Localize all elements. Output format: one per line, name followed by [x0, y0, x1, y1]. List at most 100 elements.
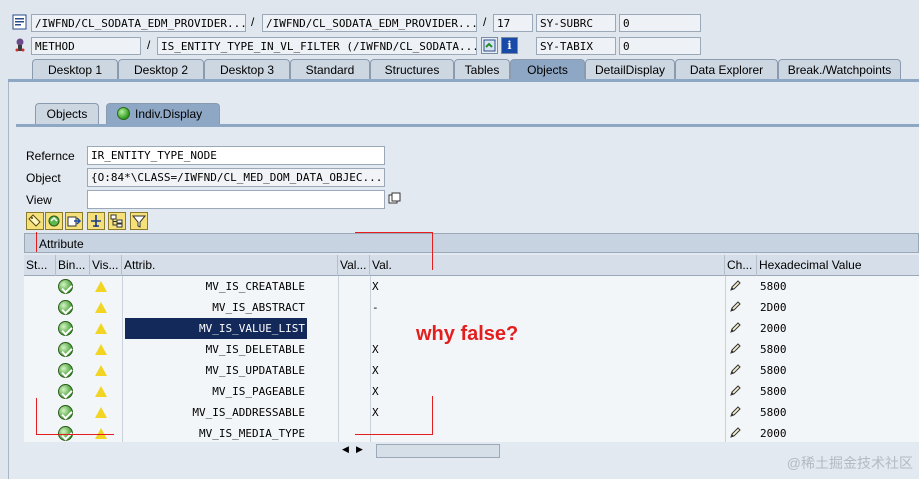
value-cell[interactable]: X	[372, 276, 392, 297]
warning-triangle-icon	[95, 302, 107, 313]
tab-tables[interactable]: Tables	[454, 59, 510, 79]
tab-break-watchpoints[interactable]: Break./Watchpoints	[778, 59, 901, 79]
separator: /	[251, 15, 255, 29]
airplane-icon[interactable]	[87, 212, 105, 230]
info-icon[interactable]: i	[501, 37, 518, 54]
line-number-field[interactable]: 17	[493, 14, 533, 32]
scroll-right-icon[interactable]: ▶	[356, 444, 363, 455]
tab-desktop-2[interactable]: Desktop 2	[118, 59, 204, 79]
sysvar-value-field[interactable]: 0	[619, 14, 701, 32]
table-row[interactable]: MV_IS_CREATABLE X 5800	[24, 276, 919, 297]
col-val-type[interactable]: Val...	[338, 255, 370, 276]
filter-icon[interactable]	[130, 212, 148, 230]
tab-standard[interactable]: Standard	[290, 59, 370, 79]
navigate-icon[interactable]	[481, 37, 498, 54]
separator: /	[483, 15, 487, 29]
reference-input[interactable]: IR_ENTITY_TYPE_NODE	[87, 146, 385, 165]
attribute-name-cell[interactable]: MV_IS_ADDRESSABLE	[125, 402, 307, 423]
col-binding[interactable]: Bin...	[56, 255, 90, 276]
pencil-icon[interactable]	[729, 405, 742, 421]
annotation-line	[432, 232, 433, 270]
include-field[interactable]: /IWFND/CL_SODATA_EDM_PROVIDER...	[262, 14, 477, 32]
warning-triangle-icon	[95, 344, 107, 355]
table-row[interactable]: MV_IS_UPDATABLE X 5800	[24, 360, 919, 381]
table-row[interactable]: MV_IS_ABSTRACT - 2D00	[24, 297, 919, 318]
view-input[interactable]	[87, 190, 385, 209]
col-attribute[interactable]: Attrib.	[122, 255, 338, 276]
attribute-table-body: MV_IS_CREATABLE X 5800 MV_IS_ABSTRACT -2D00 M…	[24, 276, 919, 442]
col-visibility[interactable]: Vis...	[90, 255, 122, 276]
debugger-tabs: Desktop 1 Desktop 2 Desktop 3 Standard S…	[8, 59, 919, 79]
pencil-icon[interactable]	[729, 426, 742, 442]
col-hex-value[interactable]: Hexadecimal Value	[757, 255, 919, 276]
hex-value-cell: 5800	[760, 406, 787, 419]
sysvar-name-field[interactable]: SY-SUBRC	[536, 14, 616, 32]
header-row-program: /IWFND/CL_SODATA_EDM_PROVIDER... / /IWFN…	[0, 12, 919, 33]
scroll-thumb[interactable]	[376, 444, 500, 458]
event-field[interactable]: IS_ENTITY_TYPE_IN_VL_FILTER (/IWFND/CL_S…	[157, 37, 477, 55]
annotation-line	[432, 396, 433, 434]
table-row[interactable]: MV_IS_PAGEABLE X 5800	[24, 381, 919, 402]
tab-desktop-1[interactable]: Desktop 1	[32, 59, 118, 79]
tab-objects[interactable]: Objects	[510, 59, 585, 79]
tab-inner-indiv-display[interactable]: Indiv.Display	[106, 103, 220, 124]
value-cell[interactable]: X	[372, 360, 392, 381]
pencil-icon[interactable]	[729, 321, 742, 337]
binding-check-icon	[58, 384, 73, 399]
warning-triangle-icon	[95, 386, 107, 397]
pencil-icon[interactable]	[729, 279, 742, 295]
table-row[interactable]: MV_IS_ADDRESSABLE X 5800	[24, 402, 919, 423]
pencil-icon[interactable]	[729, 300, 742, 316]
attribute-name-cell[interactable]: MV_IS_UPDATABLE	[125, 360, 307, 381]
hex-value-cell: 5800	[760, 364, 787, 377]
value-cell[interactable]: X	[372, 402, 392, 423]
col-divider	[370, 276, 371, 442]
annotation-line	[36, 434, 114, 435]
attribute-name-cell[interactable]: MV_IS_DELETABLE	[125, 339, 307, 360]
annotation-line	[355, 434, 433, 435]
reference-label: Refernce	[26, 149, 75, 163]
pencil-icon[interactable]	[729, 384, 742, 400]
object-input[interactable]: {O:84*\CLASS=/IWFND/CL_MED_DOM_DATA_OBJE…	[87, 168, 385, 187]
annotation-text: why false?	[416, 323, 519, 345]
attribute-name-cell[interactable]: MV_IS_PAGEABLE	[125, 381, 307, 402]
pencil-icon[interactable]	[729, 363, 742, 379]
sysvar-value-field-2[interactable]: 0	[619, 37, 701, 55]
tab-detaildisplay[interactable]: DetailDisplay	[585, 59, 675, 79]
export-icon[interactable]	[65, 212, 83, 230]
binding-check-icon	[58, 321, 73, 336]
attribute-name-cell[interactable]: MV_IS_MEDIA_TYPE	[125, 423, 307, 444]
program-icon	[12, 14, 28, 30]
warning-triangle-icon	[95, 365, 107, 376]
header-row-method: METHOD / IS_ENTITY_TYPE_IN_VL_FILTER (/I…	[0, 35, 919, 56]
status-green-icon	[117, 107, 130, 120]
hierarchy-icon[interactable]	[108, 212, 126, 230]
tab-desktop-3[interactable]: Desktop 3	[204, 59, 290, 79]
scroll-left-icon[interactable]: ◀	[342, 444, 349, 455]
value-cell[interactable]	[372, 318, 392, 339]
value-cell[interactable]: -	[372, 297, 392, 318]
cycle-icon[interactable]	[45, 212, 63, 230]
tab-structures[interactable]: Structures	[370, 59, 454, 79]
table-row[interactable]: MV_IS_MEDIA_TYPE 2000	[24, 423, 919, 444]
col-change[interactable]: Ch...	[725, 255, 757, 276]
hex-value-cell: 5800	[760, 280, 787, 293]
col-status[interactable]: St...	[24, 255, 56, 276]
horizontal-scrollbar[interactable]: ◀ ▶	[340, 444, 500, 458]
attribute-name-cell[interactable]: MV_IS_VALUE_LIST	[125, 318, 307, 339]
value-cell[interactable]: X	[372, 381, 392, 402]
attribute-name-cell[interactable]: MV_IS_ABSTRACT	[125, 297, 307, 318]
sysvar-name-field-2[interactable]: SY-TABIX	[536, 37, 616, 55]
attribute-name-cell[interactable]: MV_IS_CREATABLE	[125, 276, 307, 297]
event-type-field[interactable]: METHOD	[31, 37, 141, 55]
col-value[interactable]: Val.	[370, 255, 725, 276]
binding-check-icon	[58, 300, 73, 315]
tag-icon[interactable]	[26, 212, 44, 230]
attribute-table-header: St... Bin... Vis... Attrib. Val... Val. …	[24, 255, 919, 276]
program-field[interactable]: /IWFND/CL_SODATA_EDM_PROVIDER...	[31, 14, 246, 32]
pencil-icon[interactable]	[729, 342, 742, 358]
value-cell[interactable]: X	[372, 339, 392, 360]
view-value-help-icon[interactable]	[388, 192, 401, 205]
tab-inner-objects[interactable]: Objects	[35, 103, 99, 124]
tab-data-explorer[interactable]: Data Explorer	[675, 59, 778, 79]
